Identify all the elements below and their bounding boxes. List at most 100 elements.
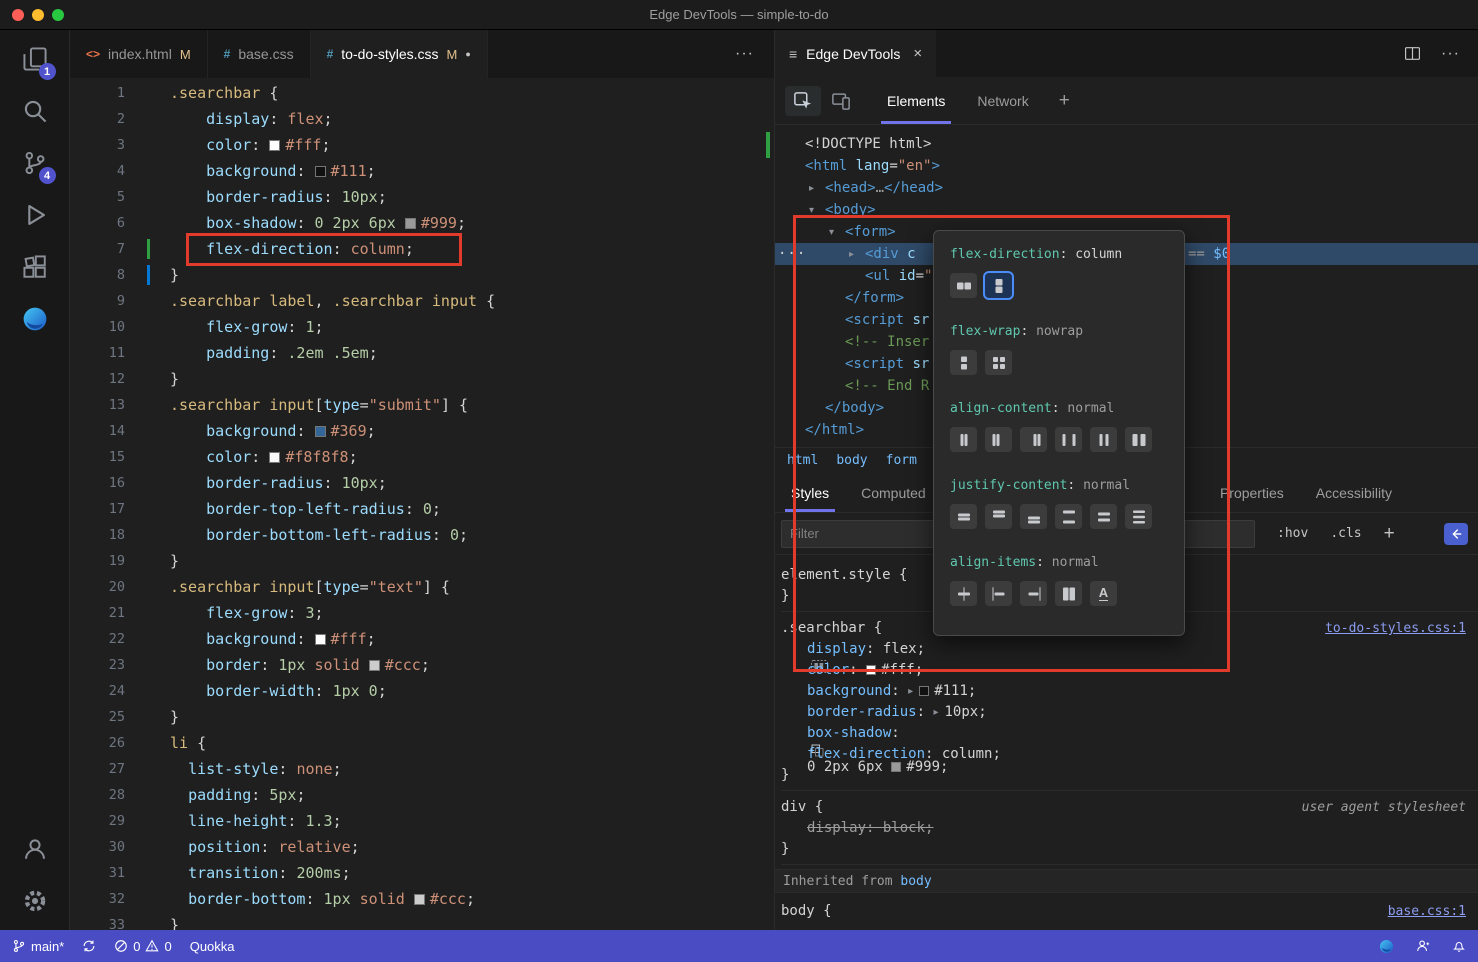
account-feedback-icon[interactable] — [1416, 939, 1430, 953]
color-swatch[interactable] — [369, 660, 380, 671]
search-icon[interactable] — [11, 88, 59, 134]
devtools-tab-elements[interactable]: Elements — [871, 78, 961, 124]
code-editor[interactable]: 1.searchbar {2 display: flex;3 color: #f… — [70, 78, 774, 930]
align-items-flex-start-button[interactable] — [985, 581, 1012, 606]
manage-icon[interactable] — [11, 878, 59, 924]
explorer-icon[interactable]: 1 — [11, 36, 59, 82]
node-actions-icon[interactable]: ··· — [778, 243, 806, 265]
css-property[interactable]: color: #fff; — [781, 660, 1478, 681]
align-content-space-between-button[interactable] — [1055, 427, 1082, 452]
flex-direction-row-button[interactable] — [950, 273, 977, 298]
problems-status-item[interactable]: 0 0 — [114, 939, 171, 954]
justify-content-flex-start-button[interactable] — [985, 504, 1012, 529]
breadcrumb-item-body[interactable]: body — [836, 453, 867, 468]
rule-selector[interactable]: body — [781, 903, 815, 919]
color-swatch[interactable] — [919, 686, 929, 696]
color-swatch[interactable] — [866, 665, 876, 675]
tab-accessibility[interactable]: Accessibility — [1300, 473, 1408, 512]
tab-index.html[interactable]: <>index.htmlM — [70, 30, 208, 78]
tab-edge-devtools[interactable]: ≡ Edge DevTools × — [775, 30, 936, 77]
flex-wrap-wrap-button[interactable] — [985, 350, 1012, 375]
align-content-flex-start-button[interactable] — [985, 427, 1012, 452]
notifications-bell-icon[interactable] — [1452, 939, 1466, 953]
tab-to-do-styles.css[interactable]: #to-do-styles.cssM● — [311, 30, 488, 78]
tab-styles[interactable]: Styles — [775, 473, 845, 512]
align-content-stretch-button[interactable] — [1125, 427, 1152, 452]
run-and-debug-icon[interactable] — [11, 192, 59, 238]
flex-wrap-nowrap-button[interactable] — [950, 350, 977, 375]
align-items-flex-end-button[interactable] — [1020, 581, 1047, 606]
extensions-icon[interactable] — [11, 244, 59, 290]
align-items-center-button[interactable] — [950, 581, 977, 606]
stylesheet-link[interactable]: to-do-styles.css:1 — [1325, 618, 1466, 639]
breadcrumb-item-form[interactable]: form — [886, 453, 917, 468]
inspect-icon[interactable] — [785, 86, 821, 116]
class-toggle-button[interactable]: .cls — [1330, 526, 1361, 541]
justify-content-flex-end-button[interactable] — [1020, 504, 1047, 529]
devtools-tab-network[interactable]: Network — [961, 78, 1044, 124]
inherited-target-link[interactable]: body — [900, 874, 931, 889]
more-actions-icon[interactable]: ··· — [1441, 45, 1460, 63]
css-property[interactable]: display: block; — [781, 818, 1478, 839]
dom-node[interactable]: ▾<body> — [775, 199, 1478, 221]
tab-computed[interactable]: Computed — [845, 473, 942, 512]
chevron-down-icon[interactable]: ▾ — [829, 222, 845, 244]
flex-direction-column-button[interactable] — [985, 273, 1012, 298]
align-items-stretch-button[interactable] — [1055, 581, 1082, 606]
toggle-sidebar-icon[interactable] — [1444, 523, 1468, 545]
edge-devtools-icon[interactable] — [11, 296, 59, 342]
split-editor-icon[interactable] — [1404, 45, 1421, 62]
close-window-button[interactable] — [12, 9, 24, 21]
source-control-icon[interactable]: 4 — [11, 140, 59, 186]
justify-content-space-around-button[interactable] — [1090, 504, 1117, 529]
tab-base.css[interactable]: #base.css — [208, 30, 311, 78]
add-tool-tab-button[interactable]: + — [1045, 78, 1084, 124]
quokka-status-item[interactable]: Quokka — [190, 939, 235, 954]
edge-status-icon[interactable] — [1379, 939, 1394, 954]
css-property[interactable]: background: ▸#111; — [781, 681, 1478, 702]
justify-content-space-evenly-button[interactable] — [1125, 504, 1152, 529]
zoom-window-button[interactable] — [52, 9, 64, 21]
color-swatch[interactable] — [315, 166, 326, 177]
rule-selector[interactable]: element.style — [781, 567, 891, 583]
color-swatch[interactable] — [269, 452, 280, 463]
flex-popup-section-flex-direction: flex-direction: column — [950, 245, 1168, 322]
device-emulation-icon[interactable] — [823, 78, 859, 124]
new-style-rule-button[interactable]: + — [1384, 523, 1395, 545]
color-swatch[interactable] — [315, 634, 326, 645]
breadcrumb-item-html[interactable]: html — [787, 453, 818, 468]
align-content-space-around-button[interactable] — [1090, 427, 1117, 452]
expand-longhand-icon[interactable]: ▸ — [908, 686, 913, 697]
css-property[interactable]: box-shadow: 0 2px 6px #999; — [781, 723, 1478, 744]
rule-selector[interactable]: .searchbar — [781, 620, 865, 636]
css-property[interactable]: flex-direction: column; — [781, 744, 1478, 765]
color-swatch[interactable] — [269, 140, 280, 151]
css-property[interactable]: border-radius: ▸10px; — [781, 702, 1478, 723]
color-swatch[interactable] — [414, 894, 425, 905]
align-items-baseline-button[interactable]: A — [1090, 581, 1117, 606]
sync-status-item[interactable] — [82, 939, 96, 953]
stylesheet-link[interactable]: base.css:1 — [1388, 901, 1466, 922]
tab-properties[interactable]: Properties — [1204, 473, 1300, 512]
accounts-icon[interactable] — [11, 826, 59, 872]
color-swatch[interactable] — [405, 218, 416, 229]
dom-node[interactable]: ▸<head>…</head> — [775, 177, 1478, 199]
dom-node[interactable]: <html lang="en"> — [775, 155, 1478, 177]
pseudo-state-toggle-button[interactable]: :hov — [1277, 526, 1308, 541]
expand-longhand-icon[interactable]: ▸ — [933, 707, 938, 718]
css-property[interactable]: display: flex; — [781, 639, 1478, 660]
minimize-window-button[interactable] — [32, 9, 44, 21]
align-content-center-button[interactable] — [950, 427, 977, 452]
align-content-flex-end-button[interactable] — [1020, 427, 1047, 452]
branch-status-item[interactable]: main* — [12, 939, 64, 954]
rule-selector[interactable]: div — [781, 799, 806, 815]
chevron-right-icon[interactable]: ▸ — [809, 178, 825, 200]
color-swatch[interactable] — [315, 426, 326, 437]
dom-node[interactable]: <!DOCTYPE html> — [775, 133, 1478, 155]
editor-more-actions-icon[interactable]: ··· — [715, 30, 774, 78]
chevron-right-icon[interactable]: ▸ — [849, 244, 865, 266]
close-icon[interactable]: × — [913, 45, 922, 62]
chevron-down-icon[interactable]: ▾ — [809, 200, 825, 222]
justify-content-center-button[interactable] — [950, 504, 977, 529]
justify-content-space-between-button[interactable] — [1055, 504, 1082, 529]
